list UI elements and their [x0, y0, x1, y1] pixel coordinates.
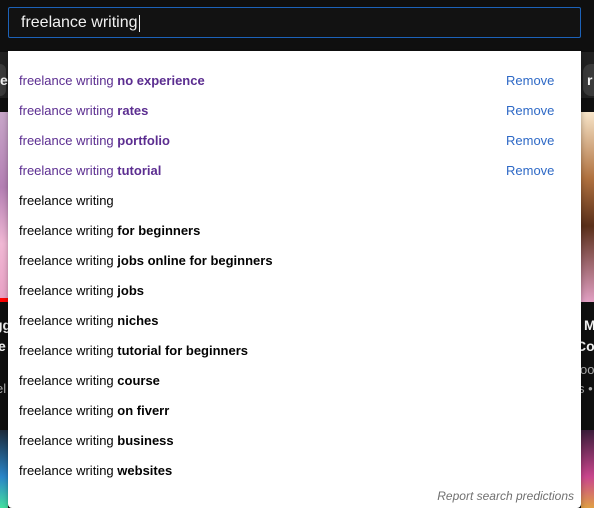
suggestion-completion-text: portfolio [117, 133, 170, 148]
remove-history-link[interactable]: Remove [506, 96, 554, 126]
suggestion-item[interactable]: freelance writing jobs [8, 276, 581, 306]
suggestion-item[interactable]: freelance writing for beginners [8, 216, 581, 246]
suggestion-completion-text: no experience [117, 73, 205, 88]
video-thumbnail-bottom-left[interactable] [0, 430, 8, 508]
video-title-right-line1[interactable]: M [584, 317, 594, 333]
suggestion-completion-text: websites [117, 463, 173, 478]
video-meta-left: el [0, 381, 7, 396]
suggestion-query-text: freelance writing [19, 283, 118, 298]
remove-history-link[interactable]: Remove [506, 66, 554, 96]
video-thumbnail-right[interactable] [581, 112, 594, 302]
suggestion-item[interactable]: freelance writing business [8, 426, 581, 456]
suggestion-query-text: freelance writing [19, 403, 118, 418]
suggestion-completion-text: rates [117, 103, 149, 118]
suggestion-query-text: freelance writing [19, 433, 118, 448]
suggestion-completion-text: tutorial for beginners [117, 343, 249, 358]
suggestion-query-text: freelance writing [19, 223, 118, 238]
suggestion-list: freelance writing no experience Remove fre… [8, 51, 581, 486]
suggestion-item[interactable]: freelance writing niches [8, 306, 581, 336]
suggestion-item[interactable]: freelance writing jobs online for beginn… [8, 246, 581, 276]
video-thumbnail-left[interactable] [0, 112, 8, 300]
history-suggestion-item[interactable]: freelance writing rates Remove [8, 96, 581, 126]
suggestion-query-text: freelance writing [19, 253, 118, 268]
watch-progress-bar [0, 298, 8, 302]
suggestion-item[interactable]: freelance writing [8, 186, 581, 216]
filter-chip-left-label: e [0, 72, 8, 88]
search-suggestions-dropdown: freelance writing no experience Remove fre… [8, 51, 581, 508]
suggestion-query-text: freelance writing [19, 373, 118, 388]
remove-history-link[interactable]: Remove [506, 156, 554, 186]
suggestion-query-text: freelance writing [19, 193, 114, 208]
history-suggestion-item[interactable]: freelance writing no experience Remove [8, 66, 581, 96]
suggestion-completion-text: on fiverr [117, 403, 170, 418]
suggestion-completion-text: for beginners [117, 223, 201, 238]
report-search-predictions-link[interactable]: Report search predictions [437, 489, 574, 503]
search-box[interactable] [8, 7, 581, 38]
filter-chip-right-label: r S [587, 72, 594, 88]
suggestion-query-text: freelance writing [19, 343, 118, 358]
suggestion-item[interactable]: freelance writing course [8, 366, 581, 396]
filter-chip-left[interactable]: e [0, 64, 8, 96]
suggestion-query-text: freelance writing [19, 73, 118, 88]
suggestion-query-text: freelance writing [19, 313, 118, 328]
history-suggestion-item[interactable]: freelance writing portfolio Remove [8, 126, 581, 156]
suggestion-completion-text: jobs [117, 283, 145, 298]
text-caret [139, 15, 140, 32]
page: e r S gg e el M Co ook s • freelance wri… [0, 0, 594, 508]
history-suggestion-item[interactable]: freelance writing tutorial Remove [8, 156, 581, 186]
remove-history-link[interactable]: Remove [506, 126, 554, 156]
suggestion-query-text: freelance writing [19, 133, 118, 148]
suggestion-completion-text: tutorial [117, 163, 162, 178]
suggestion-completion-text: jobs online for beginners [117, 253, 273, 268]
video-meta-right-line1: ook [580, 362, 594, 377]
suggestion-item[interactable]: freelance writing on fiverr [8, 396, 581, 426]
suggestion-item[interactable]: freelance writing websites [8, 456, 581, 486]
suggestion-completion-text: business [117, 433, 174, 448]
suggestion-query-text: freelance writing [19, 463, 118, 478]
suggestion-completion-text: niches [117, 313, 159, 328]
search-input[interactable] [9, 8, 580, 37]
suggestion-item[interactable]: freelance writing tutorial for beginners [8, 336, 581, 366]
suggestion-query-text: freelance writing [19, 163, 118, 178]
suggestion-query-text: freelance writing [19, 103, 118, 118]
suggestion-completion-text: course [117, 373, 160, 388]
video-thumbnail-bottom-right[interactable] [581, 430, 594, 508]
video-title-left-line2[interactable]: e [0, 338, 6, 354]
filter-chip-right[interactable]: r S [583, 64, 594, 96]
